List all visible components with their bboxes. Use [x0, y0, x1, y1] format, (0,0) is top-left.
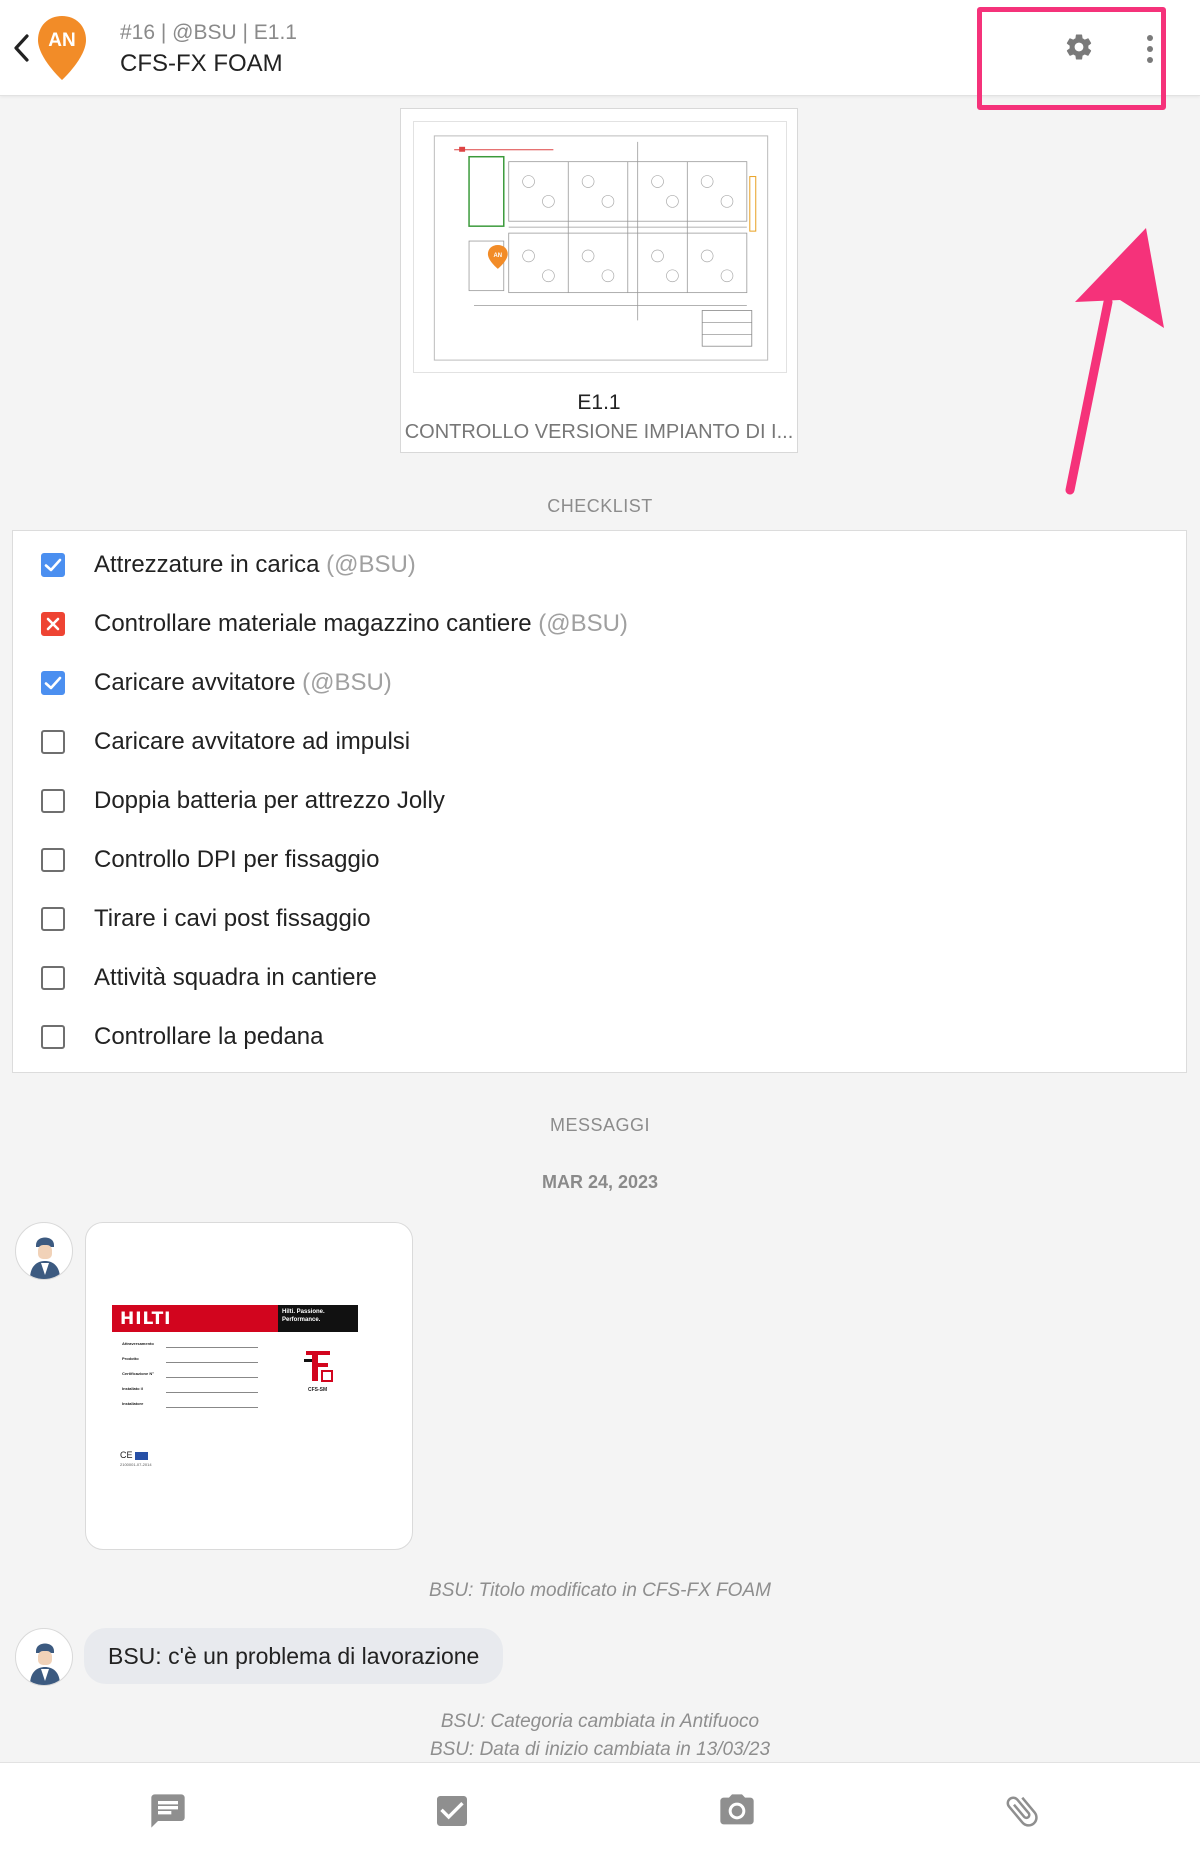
ce-mark: CE — [120, 1450, 149, 1460]
drawing-description: CONTROLLO VERSIONE IMPIANTO DI I... — [404, 421, 794, 443]
assignee-tag: (@BSU) — [326, 551, 416, 578]
checklist-item[interactable]: Doppia batteria per attrezzo Jolly — [13, 775, 1186, 825]
hilti-field-row: Certificazione N° — [122, 1371, 322, 1383]
check-icon — [44, 676, 62, 690]
system-message: BSU: Titolo modificato in CFS-FX FOAM — [429, 1580, 771, 1601]
drawing-pin-label: AN — [494, 253, 503, 259]
hilti-field-row: Prodotto — [122, 1356, 322, 1368]
camera-icon — [720, 1794, 754, 1825]
checkbox[interactable] — [41, 612, 65, 636]
camera-button[interactable] — [717, 1791, 757, 1831]
checkbox[interactable] — [41, 966, 65, 990]
checkbox[interactable] — [41, 1025, 65, 1049]
drawing-card[interactable]: AN E1.1 CONTROLLO VERSIONE IMPIANTO DI I… — [400, 108, 798, 453]
floor-plan-thumbnail: AN — [413, 121, 787, 373]
checklist-item-label: Caricare avvitatore (@BSU) — [94, 669, 392, 696]
messages-section-label: MESSAGGI — [549, 1115, 651, 1135]
checklist-item-label: Controllare materiale magazzino cantiere… — [94, 610, 628, 637]
chat-icon — [151, 1794, 185, 1828]
avatar[interactable] — [15, 1222, 73, 1280]
assignee-tag: (@BSU) — [302, 669, 392, 696]
system-message: BSU: Data di inizio cambiata in 13/03/23 — [429, 1739, 771, 1760]
worker-avatar-icon — [30, 1643, 60, 1685]
checklist-item[interactable]: Caricare avvitatore ad impulsi — [13, 716, 1186, 766]
checkbox[interactable] — [41, 789, 65, 813]
bottom-toolbar — [0, 1762, 1200, 1859]
page-title: CFS-FX FOAM — [120, 50, 283, 77]
checklist-item-label: Attività squadra in cantiere — [94, 964, 377, 991]
hilti-tagline: Hilti. Passione. Performance. — [282, 1309, 325, 1323]
checklist-button[interactable] — [432, 1791, 472, 1831]
fire-seal-icon — [304, 1351, 333, 1382]
checkbox[interactable] — [41, 730, 65, 754]
checklist-item-label: Caricare avvitatore ad impulsi — [94, 728, 411, 755]
pin-initials: AN — [48, 30, 76, 51]
checkbox[interactable] — [41, 907, 65, 931]
attachment-image[interactable]: HILTI Hilti. Passione. Performance. Attr… — [85, 1222, 413, 1550]
chevron-left-icon — [14, 34, 29, 62]
checklist-item-label: Controllo DPI per fissaggio — [94, 846, 380, 873]
checklist-item-label: Controllare la pedana — [94, 1023, 324, 1050]
hilti-product-code: CFS-SM — [308, 1387, 328, 1393]
checklist-section-label: CHECKLIST — [547, 496, 653, 516]
chat-bubble[interactable]: BSU: c'è un problema di lavorazione — [84, 1628, 504, 1684]
hilti-field-row: Installatore — [122, 1401, 322, 1413]
checklist-card: Attrezzature in carica (@BSU) Controllare… — [12, 530, 1187, 1073]
task-meta: #16 | @BSU | E1.1 — [120, 21, 297, 44]
hilti-doc-number: 2100001-07-2014 — [120, 1462, 152, 1467]
system-message: BSU: Categoria cambiata in Antifuoco — [440, 1711, 760, 1732]
checklist-item[interactable]: Tirare i cavi post fissaggio — [13, 893, 1186, 943]
back-button[interactable] — [10, 30, 34, 66]
chat-button[interactable] — [148, 1791, 188, 1831]
assignee-tag: (@BSU) — [538, 610, 628, 637]
checklist-item[interactable]: Attività squadra in cantiere — [13, 952, 1186, 1002]
attach-button[interactable] — [1002, 1791, 1042, 1831]
close-icon — [46, 617, 60, 631]
hilti-field-row: Installato il — [122, 1386, 322, 1398]
checklist-item-label: Attrezzature in carica (@BSU) — [94, 551, 416, 578]
checklist-item[interactable]: Controllare la pedana — [13, 1011, 1186, 1061]
checkbox[interactable] — [41, 553, 65, 577]
floor-plan-drawing: AN — [433, 135, 769, 361]
paperclip-icon — [1006, 1796, 1038, 1827]
highlight-box — [977, 7, 1166, 110]
drawing-code: E1.1 — [577, 391, 621, 414]
avatar[interactable] — [15, 1628, 73, 1686]
checkbox[interactable] — [41, 671, 65, 695]
checkbox-icon — [437, 1796, 467, 1826]
checkbox[interactable] — [41, 848, 65, 872]
hilti-field-row: Attraversamento — [122, 1341, 322, 1353]
message-date: MAR 24, 2023 — [541, 1172, 659, 1192]
checklist-item[interactable]: Controllo DPI per fissaggio — [13, 834, 1186, 884]
checklist-item-label: Tirare i cavi post fissaggio — [94, 905, 371, 932]
checklist-item[interactable]: Caricare avvitatore (@BSU) — [13, 657, 1186, 707]
worker-avatar-icon — [30, 1237, 60, 1279]
checklist-item[interactable]: Attrezzature in carica (@BSU) — [13, 539, 1186, 589]
checklist-item[interactable]: Controllare materiale magazzino cantiere… — [13, 598, 1186, 648]
annotation-arrow — [1065, 228, 1164, 495]
hilti-logo: HILTI — [120, 1309, 172, 1329]
check-icon — [44, 558, 62, 572]
checklist-item-label: Doppia batteria per attrezzo Jolly — [94, 787, 445, 814]
